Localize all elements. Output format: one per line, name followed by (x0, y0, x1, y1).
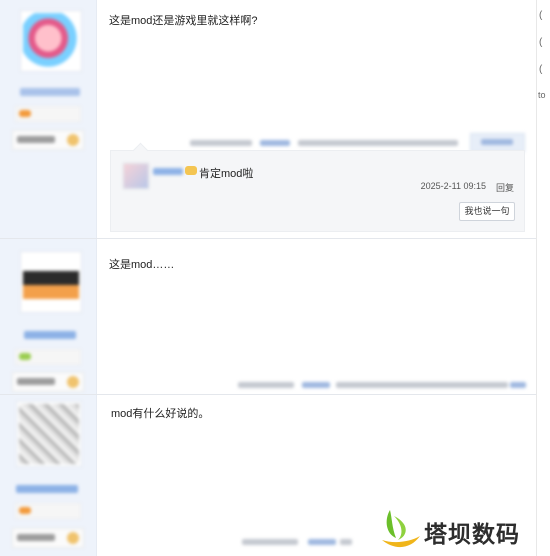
panel-char: to (538, 90, 546, 100)
username[interactable] (20, 88, 80, 96)
avatar[interactable] (20, 10, 82, 72)
avatar[interactable] (16, 401, 82, 467)
panel-char: ( (539, 37, 543, 48)
avatar[interactable] (20, 251, 82, 313)
reply-box: 肯定mod啦 2025-2-11 09:15 回复 我也说一句 (110, 150, 525, 232)
reply-text: 肯定mod啦 (199, 168, 254, 180)
reply-link[interactable]: 回复 (496, 181, 514, 194)
level-badge (15, 503, 81, 519)
vip-icon (185, 166, 197, 175)
user-sidebar (0, 239, 97, 394)
post-2: 这是mod…… (0, 239, 536, 394)
panel-char: ( (539, 10, 543, 21)
post-text: 这是mod…… (109, 259, 175, 271)
reply-time: 2025-2-11 09:15 (420, 181, 486, 191)
watermark-text: 塔坝数码 (424, 521, 520, 547)
watermark-logo: 塔坝数码 (376, 504, 550, 554)
level-badge (15, 106, 81, 122)
rank-badge (12, 528, 84, 548)
say-something-button[interactable]: 我也说一句 (459, 202, 515, 221)
panel-char: ( (539, 64, 543, 75)
username[interactable] (24, 331, 76, 339)
post-tail-3 (242, 537, 352, 547)
user-sidebar (0, 395, 97, 556)
leaf-icon (382, 510, 420, 548)
reply-avatar[interactable] (123, 163, 149, 189)
rank-badge (12, 130, 84, 150)
reply-username[interactable] (153, 168, 183, 175)
post-tail-2 (238, 380, 528, 390)
post-text: mod有什么好说的。 (111, 408, 210, 420)
right-side-panel: ( ( ( to (536, 0, 550, 556)
rank-badge (12, 372, 84, 392)
post-tail-1 (190, 138, 465, 148)
username[interactable] (16, 485, 78, 493)
user-sidebar (0, 0, 97, 238)
post-text: 这是mod还是游戏里就这样啊? (109, 15, 258, 27)
level-badge (15, 349, 81, 365)
